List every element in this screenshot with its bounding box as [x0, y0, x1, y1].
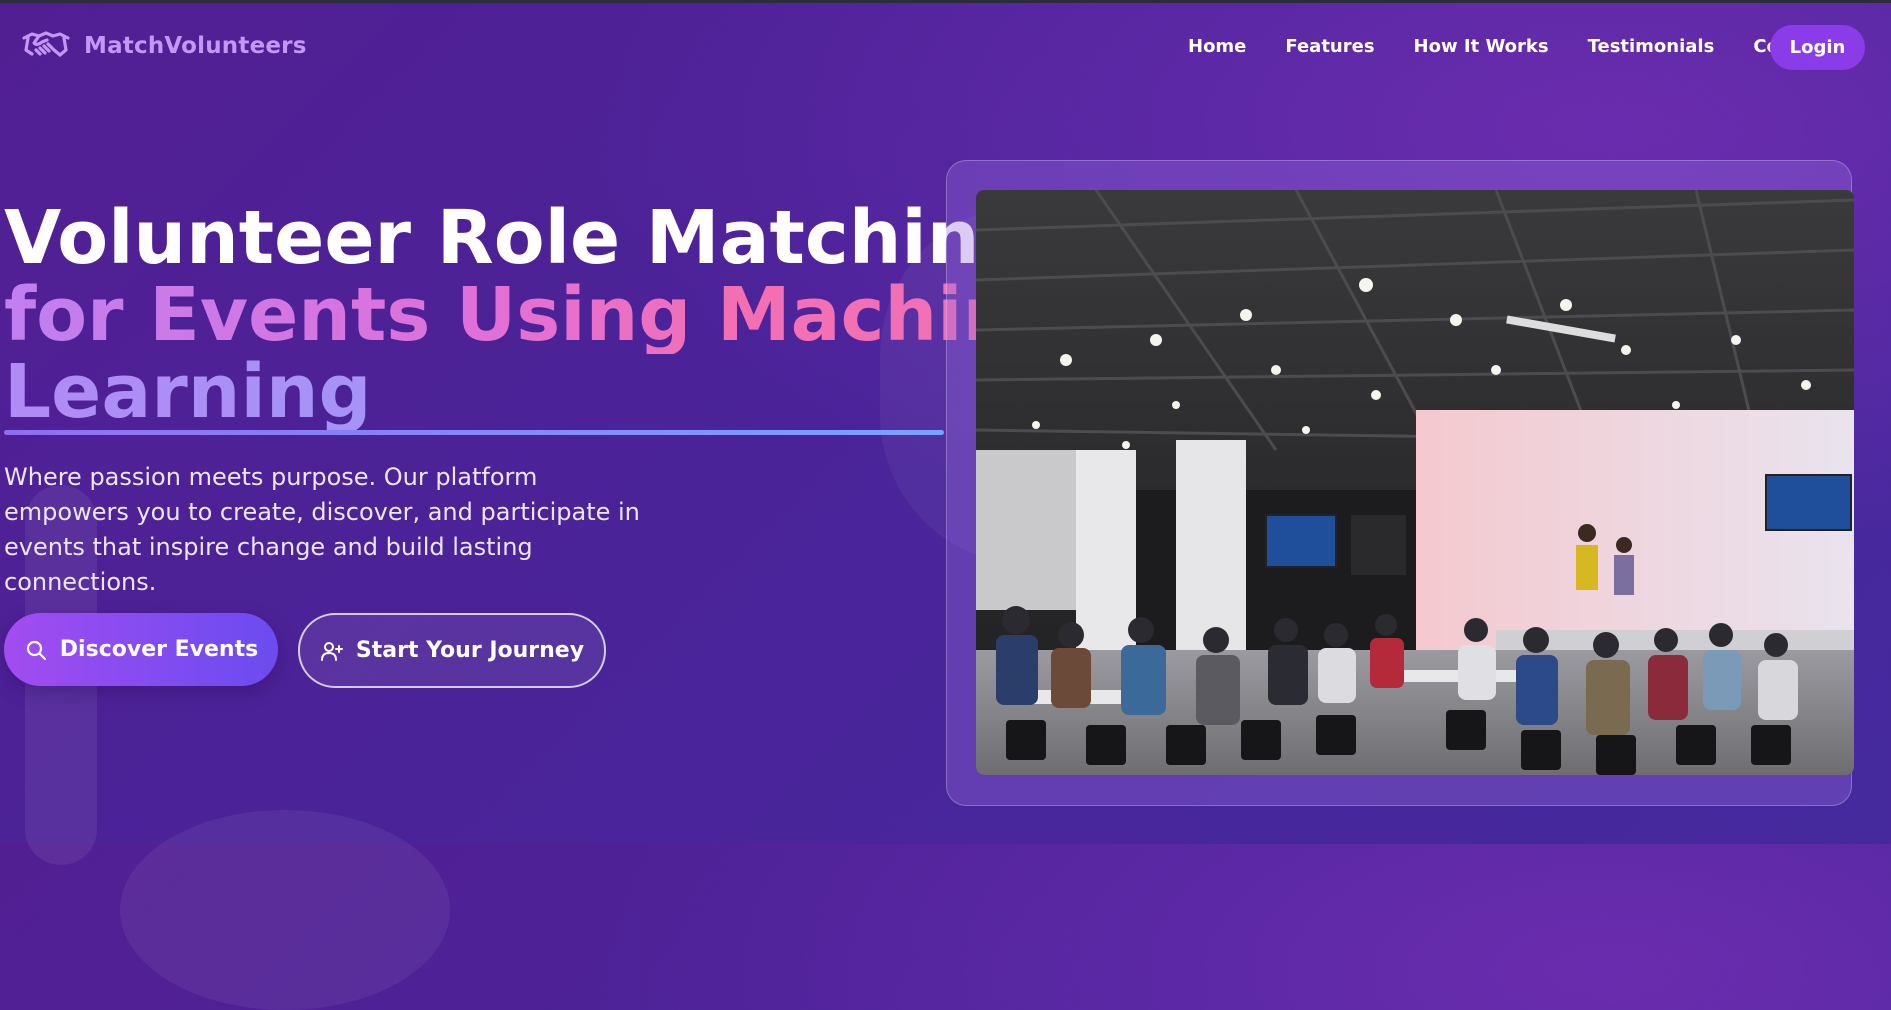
login-button[interactable]: Login [1770, 25, 1865, 70]
brand-logo[interactable]: MatchVolunteers [22, 28, 307, 64]
hero-title-line-3: Learning [4, 354, 1065, 431]
hero-title-line-1: Volunteer Role Matching [4, 195, 1033, 281]
discover-events-button[interactable]: Discover Events [4, 613, 278, 686]
navbar: MatchVolunteers Home Features How It Wor… [0, 0, 1891, 95]
nav-links: Home Features How It Works Testimonials … [1188, 36, 1871, 57]
hero-subtitle: Where passion meets purpose. Our platfor… [4, 463, 640, 596]
search-icon [26, 640, 46, 660]
nav-link-home[interactable]: Home [1188, 36, 1246, 57]
nav-link-how-it-works[interactable]: How It Works [1414, 36, 1549, 57]
start-journey-label: Start Your Journey [355, 638, 585, 663]
nav-link-features[interactable]: Features [1285, 36, 1374, 57]
title-underline [4, 430, 944, 435]
discover-events-label: Discover Events [59, 637, 259, 662]
user-plus-icon [320, 641, 343, 661]
brand-name: MatchVolunteers [84, 33, 307, 59]
event-hall-illustration [976, 190, 1854, 775]
hero-title-line-2: for Events Using Machine [4, 272, 1066, 358]
nav-link-testimonials[interactable]: Testimonials [1588, 36, 1715, 57]
hero-title: Volunteer Role Matching for Events Using… [4, 200, 1065, 431]
background-decoration-arc [120, 810, 450, 1010]
event-hall-photo [976, 190, 1854, 775]
handshake-icon [22, 31, 70, 57]
start-journey-button[interactable]: Start Your Journey [298, 613, 606, 688]
